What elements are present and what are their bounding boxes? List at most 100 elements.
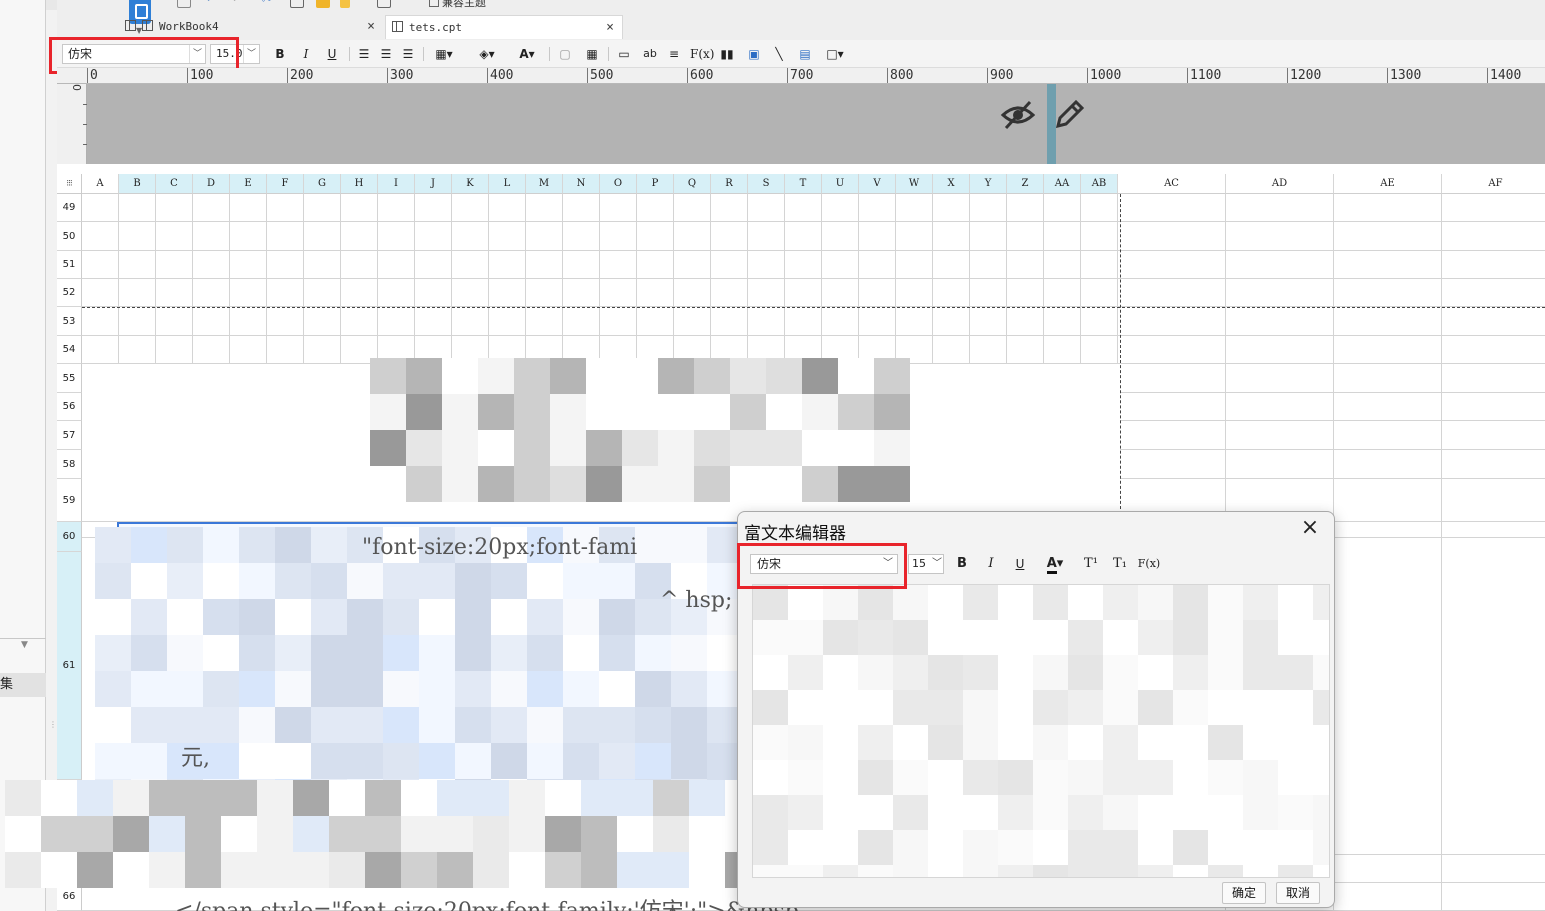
- column-header[interactable]: H: [341, 174, 378, 194]
- row-header[interactable]: 61: [57, 552, 82, 780]
- ok-button[interactable]: 确定: [1222, 882, 1266, 904]
- row-header[interactable]: 55: [57, 364, 82, 393]
- row-header[interactable]: 53: [57, 307, 82, 336]
- image-icon[interactable]: ▣: [745, 45, 763, 63]
- superscript-button[interactable]: T¹: [1081, 554, 1101, 574]
- cancel-button[interactable]: 取消: [1276, 882, 1320, 904]
- column-header[interactable]: R: [711, 174, 748, 194]
- bold-button[interactable]: B: [954, 554, 970, 574]
- align-center-icon[interactable]: ☰: [378, 45, 394, 63]
- column-header[interactable]: C: [156, 174, 193, 194]
- column-header[interactable]: A: [82, 174, 119, 194]
- column-header[interactable]: O: [600, 174, 637, 194]
- column-header[interactable]: M: [526, 174, 563, 194]
- chevron-down-icon[interactable]: ﹀: [879, 555, 897, 573]
- rich-text-editor-area[interactable]: [752, 584, 1330, 878]
- cut-icon[interactable]: ✂: [262, 0, 276, 6]
- formula-button[interactable]: F(x): [690, 45, 714, 63]
- column-header[interactable]: AB: [1081, 174, 1118, 194]
- column-header[interactable]: AA: [1044, 174, 1081, 194]
- close-icon[interactable]: ×: [606, 16, 614, 40]
- font-size-select[interactable]: 15 ﹀: [908, 554, 944, 574]
- formula-button[interactable]: F(x): [1137, 554, 1161, 574]
- font-color-button[interactable]: A▾: [1040, 554, 1070, 574]
- insert-row-icon[interactable]: ▭: [615, 45, 633, 63]
- row-header[interactable]: 49: [57, 194, 82, 222]
- fill-color-icon[interactable]: ◈▾: [473, 45, 501, 63]
- underline-button[interactable]: U: [325, 45, 339, 63]
- paste-icon[interactable]: [316, 0, 330, 8]
- column-header[interactable]: P: [637, 174, 674, 194]
- panel-collapse-button[interactable]: [46, 0, 57, 10]
- column-header[interactable]: N: [563, 174, 600, 194]
- row-header[interactable]: 58: [57, 450, 82, 479]
- row-header[interactable]: 59: [57, 479, 82, 522]
- subscript-button[interactable]: T₁: [1110, 554, 1130, 574]
- column-header[interactable]: Z: [1007, 174, 1044, 194]
- column-header[interactable]: Y: [970, 174, 1007, 194]
- merge-cell-icon[interactable]: ▢: [557, 45, 573, 63]
- redo-icon[interactable]: ↷: [228, 0, 242, 6]
- column-header[interactable]: J: [415, 174, 452, 194]
- column-header[interactable]: K: [452, 174, 489, 194]
- font-size-select[interactable]: 15.0 ﹀: [210, 44, 260, 64]
- subreport-icon[interactable]: ▤: [797, 45, 813, 63]
- pencil-icon[interactable]: [1050, 98, 1086, 132]
- row-header[interactable]: 57: [57, 421, 82, 450]
- undo-icon[interactable]: ↶: [206, 0, 220, 6]
- border-dropdown-icon[interactable]: ▦▾: [431, 45, 457, 63]
- column-header[interactable]: T: [785, 174, 822, 194]
- column-header[interactable]: V: [859, 174, 896, 194]
- eye-off-icon[interactable]: [1000, 98, 1036, 132]
- panel-item[interactable]: 集: [0, 673, 46, 697]
- bold-button[interactable]: B: [273, 45, 287, 63]
- row-header[interactable]: 54: [57, 336, 82, 364]
- close-icon[interactable]: ×: [367, 15, 375, 39]
- row-header[interactable]: 60: [57, 522, 82, 552]
- align-left-icon[interactable]: ☰: [356, 45, 372, 63]
- column-header[interactable]: AE: [1334, 174, 1442, 194]
- column-header[interactable]: U: [822, 174, 859, 194]
- column-header[interactable]: F: [267, 174, 304, 194]
- theme-compat-label[interactable]: 兼容主题: [429, 0, 486, 10]
- underline-button[interactable]: U: [1012, 554, 1028, 574]
- column-header[interactable]: AC: [1118, 174, 1226, 194]
- chevron-down-icon[interactable]: ﹀: [189, 45, 205, 63]
- column-header[interactable]: X: [933, 174, 970, 194]
- column-header[interactable]: D: [193, 174, 230, 194]
- column-header[interactable]: S: [748, 174, 785, 194]
- font-color-button[interactable]: A▾: [513, 45, 541, 63]
- chevron-down-icon[interactable]: ▼: [21, 640, 28, 650]
- copy-icon[interactable]: [290, 0, 304, 8]
- chevron-down-icon[interactable]: ﹀: [243, 45, 259, 63]
- italic-button[interactable]: I: [983, 554, 999, 574]
- column-header[interactable]: W: [896, 174, 933, 194]
- chart-icon[interactable]: ▮▮: [718, 45, 736, 63]
- insert-text-button[interactable]: ab: [641, 45, 659, 63]
- border-style-icon[interactable]: □▾: [821, 45, 849, 63]
- row-header[interactable]: 51: [57, 251, 82, 279]
- slash-icon[interactable]: ╲: [771, 45, 787, 63]
- column-header[interactable]: B: [119, 174, 156, 194]
- column-header[interactable]: I: [378, 174, 415, 194]
- chevron-down-icon[interactable]: ﹀: [932, 555, 942, 573]
- font-family-select[interactable]: 仿宋 ﹀: [62, 44, 206, 64]
- row-header[interactable]: 56: [57, 393, 82, 421]
- save-icon[interactable]: [177, 0, 191, 8]
- column-header[interactable]: E: [230, 174, 267, 194]
- table-icon[interactable]: ▦: [584, 45, 600, 63]
- tab-tets-cpt[interactable]: tets.cpt ×: [385, 15, 623, 39]
- font-family-select[interactable]: 仿宋 ﹀: [750, 554, 898, 574]
- splitter-handle[interactable]: ⋮: [49, 720, 57, 729]
- insert-richtext-icon[interactable]: ≡: [666, 45, 682, 63]
- row-header[interactable]: 52: [57, 279, 82, 307]
- preview-icon[interactable]: [377, 0, 391, 8]
- row-header[interactable]: 50: [57, 222, 82, 251]
- italic-button[interactable]: I: [299, 45, 313, 63]
- column-header[interactable]: Q: [674, 174, 711, 194]
- format-painter-icon[interactable]: [340, 0, 350, 8]
- align-right-icon[interactable]: ☰: [400, 45, 416, 63]
- column-header[interactable]: L: [489, 174, 526, 194]
- column-header[interactable]: AD: [1226, 174, 1334, 194]
- column-header[interactable]: AF: [1442, 174, 1545, 194]
